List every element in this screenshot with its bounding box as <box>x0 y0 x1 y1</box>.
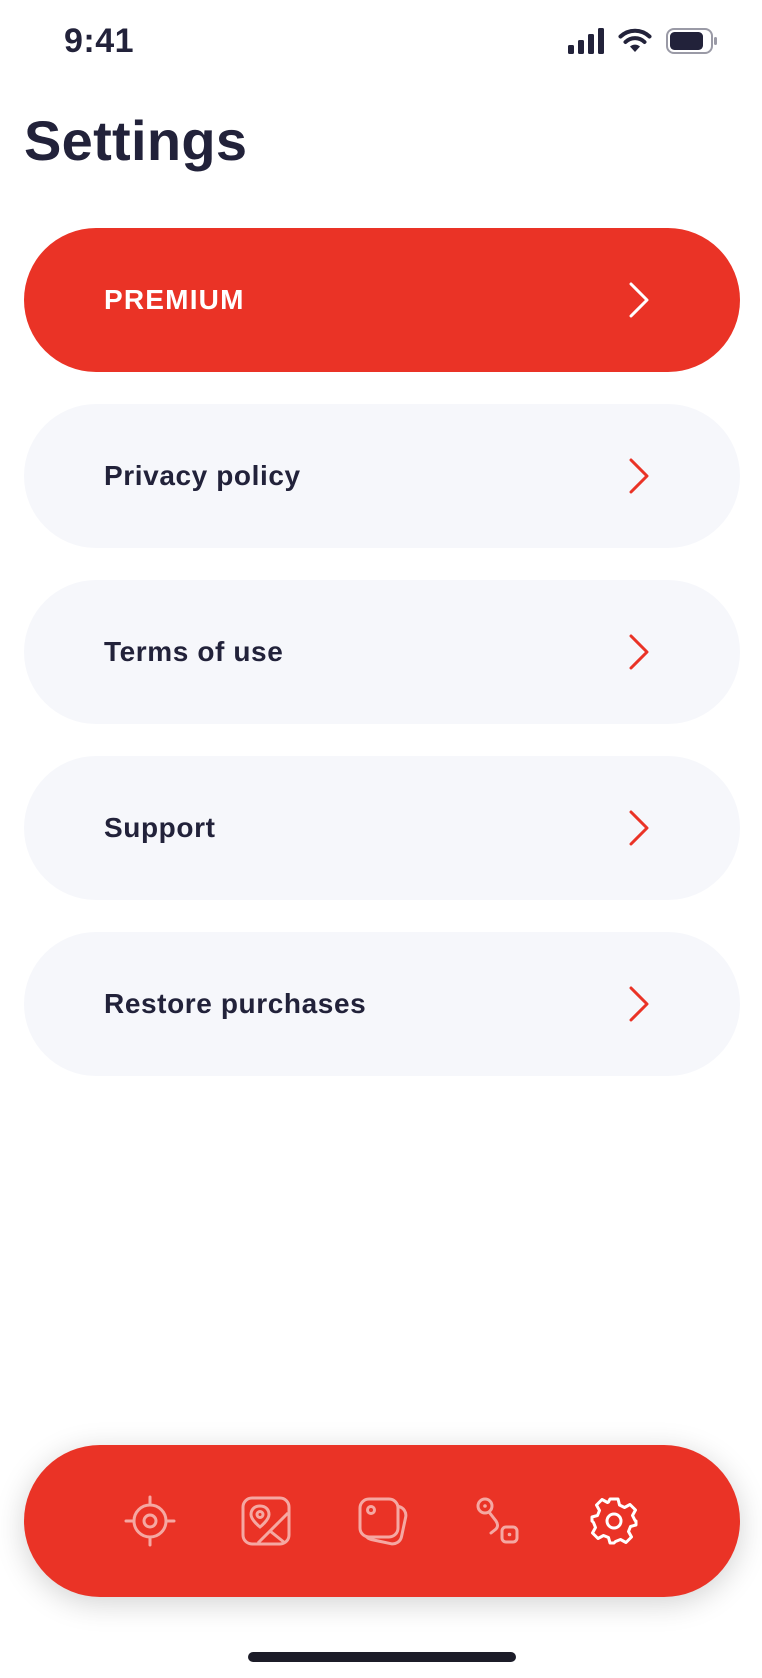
status-bar: 9:41 <box>0 0 762 90</box>
terms-of-use-label: Terms of use <box>104 636 284 667</box>
route-icon <box>476 1497 519 1544</box>
tab-route[interactable] <box>472 1495 524 1547</box>
tab-cards[interactable] <box>356 1495 408 1547</box>
battery-icon <box>666 28 718 59</box>
terms-of-use-button[interactable]: Terms of use <box>24 580 740 724</box>
wifi-icon <box>618 28 652 59</box>
chevron-right-icon <box>629 986 649 1022</box>
home-indicator <box>248 1652 516 1662</box>
settings-menu: PREMIUM Privacy policy Terms of use Supp… <box>24 228 740 1076</box>
restore-purchases-label: Restore purchases <box>104 988 367 1019</box>
restore-purchases-button[interactable]: Restore purchases <box>24 932 740 1076</box>
status-icons <box>568 28 718 59</box>
support-label: Support <box>104 812 216 843</box>
chevron-right-icon <box>629 634 649 670</box>
privacy-policy-label: Privacy policy <box>104 460 301 491</box>
premium-button[interactable]: PREMIUM <box>24 228 740 372</box>
tab-map[interactable] <box>240 1495 292 1547</box>
bottom-tab-bar <box>24 1445 740 1597</box>
map-image-icon <box>241 1496 291 1546</box>
page-title: Settings <box>24 109 248 172</box>
status-time: 9:41 <box>64 22 135 60</box>
tab-settings[interactable] <box>588 1495 640 1547</box>
chevron-right-icon <box>629 458 649 494</box>
chevron-right-icon <box>629 282 649 318</box>
tab-target[interactable] <box>124 1495 176 1547</box>
settings-gear-icon <box>590 1497 638 1545</box>
premium-label: PREMIUM <box>104 284 245 315</box>
cards-icon <box>358 1497 408 1546</box>
cellular-signal-icon <box>568 28 604 59</box>
target-icon <box>124 1495 176 1547</box>
privacy-policy-button[interactable]: Privacy policy <box>24 404 740 548</box>
support-button[interactable]: Support <box>24 756 740 900</box>
chevron-right-icon <box>629 810 649 846</box>
